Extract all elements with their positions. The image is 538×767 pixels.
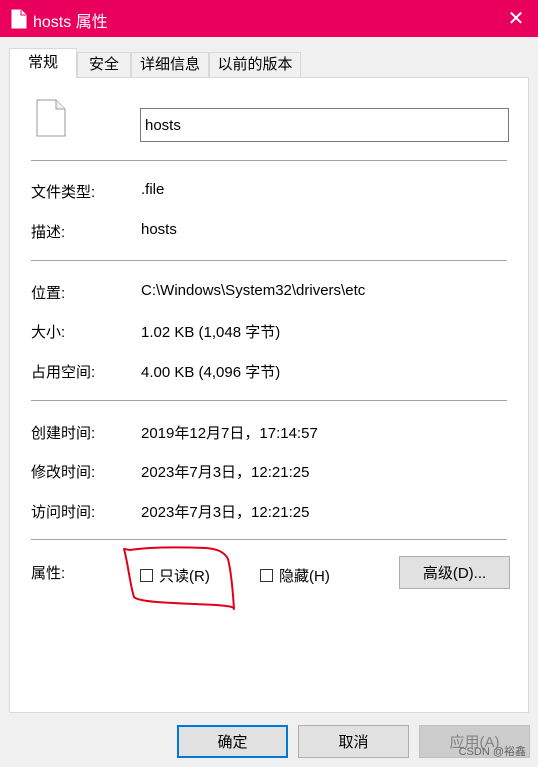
- description-value: hosts: [141, 221, 177, 238]
- modified-value: 2023年7月3日，12:21:25: [141, 464, 310, 481]
- description-label: 描述:: [31, 224, 66, 241]
- separator: [31, 400, 507, 401]
- checkbox-box[interactable]: [260, 569, 273, 582]
- general-panel: 文件类型: .file 描述: hosts 位置: C:\Windows\Sys…: [9, 77, 529, 713]
- file-name-input[interactable]: [140, 108, 509, 142]
- highlight-annotation: [123, 546, 235, 610]
- window-title: hosts 属性: [33, 14, 108, 31]
- attributes-label: 属性:: [31, 565, 66, 582]
- created-value: 2019年12月7日，17:14:57: [141, 425, 318, 442]
- tab-label: 详细信息: [139, 56, 200, 73]
- location-label: 位置:: [31, 285, 66, 302]
- close-icon: ✕: [507, 8, 525, 30]
- tab-details[interactable]: 详细信息: [131, 52, 209, 77]
- size-label: 大小:: [31, 324, 66, 341]
- tab-label: 以前的版本: [217, 56, 293, 73]
- created-label: 创建时间:: [31, 425, 96, 442]
- tab-previous-versions[interactable]: 以前的版本: [209, 52, 301, 77]
- size-on-disk-value: 4.00 KB (4,096 字节): [141, 364, 281, 381]
- title-bar: hosts 属性 ✕: [0, 0, 538, 37]
- file-icon: [11, 9, 27, 33]
- size-on-disk-label: 占用空间:: [31, 364, 96, 381]
- accessed-label: 访问时间:: [31, 504, 96, 521]
- advanced-button[interactable]: 高级(D)...: [399, 556, 510, 589]
- close-button[interactable]: ✕: [494, 0, 538, 37]
- location-value: C:\Windows\System32\drivers\etc: [141, 282, 366, 299]
- tab-security[interactable]: 安全: [77, 52, 131, 77]
- hidden-label: 隐藏(H): [279, 568, 330, 585]
- file-type-value: .file: [141, 181, 165, 198]
- document-icon: [36, 99, 66, 141]
- tab-label: 常规: [27, 54, 58, 71]
- separator: [31, 539, 507, 540]
- modified-label: 修改时间:: [31, 464, 96, 481]
- cancel-button[interactable]: 取消: [298, 725, 409, 758]
- accessed-value: 2023年7月3日，12:21:25: [141, 504, 310, 521]
- ok-button[interactable]: 确定: [177, 725, 288, 758]
- tab-label: 安全: [88, 56, 119, 73]
- separator: [31, 260, 507, 261]
- separator: [31, 160, 507, 161]
- watermark: CSDN @裕鑫: [458, 746, 526, 758]
- tab-general[interactable]: 常规: [9, 48, 77, 78]
- hidden-checkbox[interactable]: 隐藏(H): [260, 565, 330, 586]
- file-type-label: 文件类型:: [31, 184, 96, 201]
- size-value: 1.02 KB (1,048 字节): [141, 324, 281, 341]
